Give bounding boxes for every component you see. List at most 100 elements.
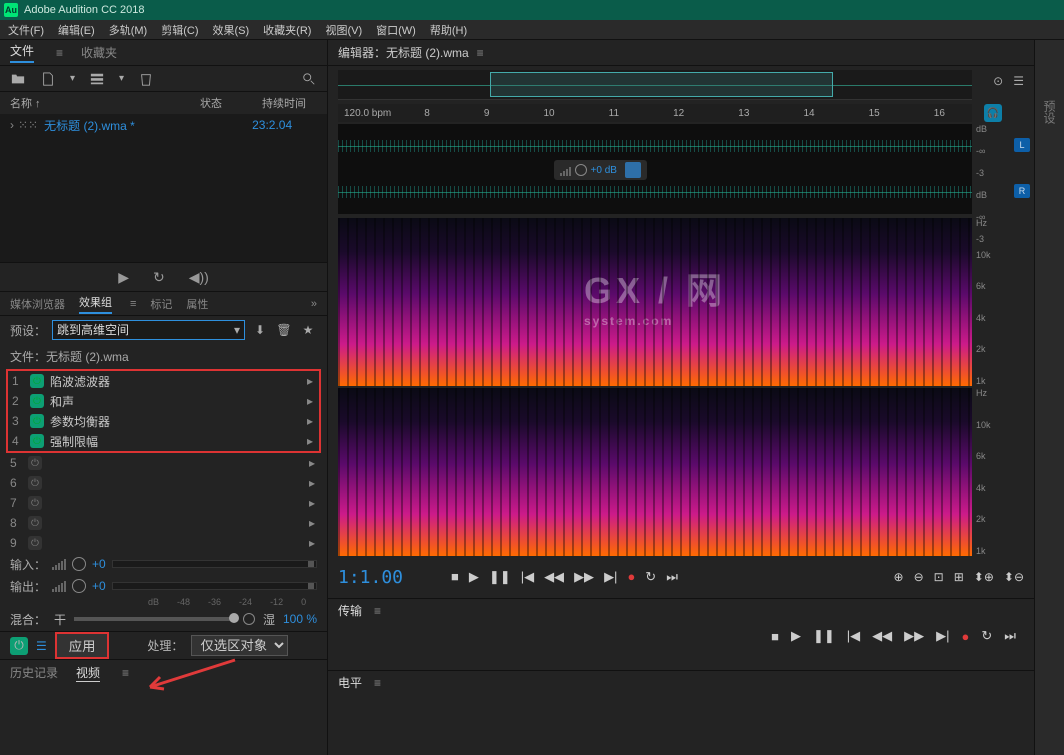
overflow-icon[interactable]: » (311, 298, 317, 310)
rack-menu-icon[interactable]: ≡ (130, 298, 136, 310)
effect-row-empty[interactable]: 6⏻▸ (6, 473, 321, 493)
save-preset-icon[interactable]: ⬇ (251, 321, 269, 339)
effect-menu-icon[interactable]: ▸ (309, 516, 315, 530)
stop-icon[interactable]: ■ (771, 629, 779, 644)
zoom-sel-icon[interactable]: ⊞ (954, 570, 964, 584)
pause-icon[interactable]: ❚❚ (489, 569, 511, 585)
loop-icon[interactable]: ↻ (645, 569, 656, 585)
spectrogram-r[interactable]: Hz 10k 6k 4k 2k 1k (338, 388, 972, 556)
timeline-ruler[interactable]: 120.0 bpm 8 9 10 11 12 13 14 15 16 🎧 (338, 104, 972, 122)
level-menu-icon[interactable]: ≡ (374, 676, 381, 690)
tab-level[interactable]: 电平 (338, 674, 362, 691)
effect-menu-icon[interactable]: ▸ (307, 394, 313, 408)
autoplay-icon[interactable]: ◀)) (189, 269, 209, 286)
power-toggle-icon[interactable]: ⏻ (28, 496, 42, 510)
multitrack-icon[interactable] (89, 71, 105, 87)
pin-icon[interactable] (625, 162, 641, 178)
new-file-icon[interactable] (40, 71, 56, 87)
open-folder-icon[interactable] (10, 71, 26, 87)
channel-r-badge[interactable]: R (1014, 184, 1030, 198)
menu-file[interactable]: 文件(F) (8, 22, 44, 38)
effect-row-empty[interactable]: 7⏻▸ (6, 493, 321, 513)
power-toggle-icon[interactable]: ⏻ (30, 394, 44, 408)
zoom-out-v-icon[interactable]: ⬍⊖ (1004, 570, 1024, 584)
spectrogram-l[interactable]: GX / 网system.com Hz 10k 6k 4k 2k 1k (338, 218, 972, 386)
file-row[interactable]: › ⁙⁙ 无标题 (2).wma * 23:2.04 (0, 114, 327, 136)
rewind-icon[interactable]: ◀◀ (872, 628, 892, 644)
bpm-display[interactable]: 120.0 bpm (338, 108, 397, 119)
pause-icon[interactable]: ❚❚ (813, 628, 835, 644)
effect-menu-icon[interactable]: ▸ (309, 476, 315, 490)
effect-menu-icon[interactable]: ▸ (307, 414, 313, 428)
gain-dial[interactable] (72, 557, 86, 571)
menu-multitrack[interactable]: 多轨(M) (109, 22, 148, 38)
menu-favorites[interactable]: 收藏夹(R) (263, 22, 311, 38)
skip-icon[interactable]: ⏭ (666, 569, 678, 585)
tab-history[interactable]: 历史记录 (10, 664, 58, 681)
overview-waveform[interactable]: ⊙ ☰ (338, 70, 972, 100)
record-icon[interactable]: ● (627, 569, 635, 585)
tab-properties[interactable]: 属性 (186, 296, 208, 312)
favorite-icon[interactable]: ★ (299, 321, 317, 339)
editor-menu-icon[interactable]: ≡ (477, 46, 484, 60)
stop-icon[interactable]: ■ (451, 569, 459, 585)
list-view-icon[interactable]: ☰ (36, 639, 47, 653)
mix-pct[interactable]: 100 % (283, 612, 317, 626)
tab-markers[interactable]: 标记 (150, 296, 172, 312)
go-end-icon[interactable]: ▶| (936, 628, 949, 644)
go-end-icon[interactable]: ▶| (604, 569, 617, 585)
overview-selection[interactable] (490, 72, 832, 97)
tab-files[interactable]: 文件 (10, 42, 34, 63)
delete-preset-icon[interactable]: 🗑 (275, 321, 293, 339)
power-toggle-icon[interactable]: ⏻ (28, 476, 42, 490)
expand-icon[interactable]: › (10, 118, 14, 132)
play-icon[interactable]: ▶ (791, 628, 801, 644)
forward-icon[interactable]: ▶▶ (904, 628, 924, 644)
power-toggle-icon[interactable]: ⏻ (30, 374, 44, 388)
menu-effects[interactable]: 效果(S) (213, 22, 250, 38)
effect-row[interactable]: 2 ⏻ 和声 ▸ (8, 391, 319, 411)
effect-menu-icon[interactable]: ▸ (309, 496, 315, 510)
power-toggle-icon[interactable]: ⏻ (28, 516, 42, 530)
menu-edit[interactable]: 编辑(E) (58, 22, 95, 38)
preset-select[interactable]: 跳到高维空间 (52, 320, 245, 340)
input-gain[interactable]: +0 (92, 557, 106, 571)
process-select[interactable]: 仅选区对象 (191, 635, 288, 656)
zoom-tool-icon[interactable]: ⊙ (993, 74, 1003, 88)
waveform-display[interactable]: +0 dB dB -∞ -3 dB -∞ -3 L R (338, 124, 972, 214)
effect-row[interactable]: 1 ⏻ 陷波滤波器 ▸ (8, 371, 319, 391)
channel-l-badge[interactable]: L (1014, 138, 1030, 152)
search-icon[interactable] (301, 71, 317, 87)
zoom-full-icon[interactable]: ⊡ (934, 570, 944, 584)
menu-clip[interactable]: 剪辑(C) (161, 22, 198, 38)
tab-media-browser[interactable]: 媒体浏览器 (10, 296, 65, 312)
loop-icon[interactable]: ↻ (153, 269, 165, 286)
menu-help[interactable]: 帮助(H) (430, 22, 467, 38)
gain-dial[interactable] (72, 579, 86, 593)
skip-icon[interactable]: ⏭ (1004, 628, 1016, 644)
effect-row[interactable]: 4 ⏻ 强制限幅 ▸ (8, 431, 319, 451)
play-icon[interactable]: ▶ (118, 269, 129, 286)
hud-dial-icon[interactable] (575, 164, 587, 176)
power-toggle-icon[interactable]: ⏻ (30, 414, 44, 428)
rack-power-icon[interactable]: ⏻ (10, 637, 28, 655)
effect-menu-icon[interactable]: ▸ (309, 536, 315, 550)
tab-favorites[interactable]: 收藏夹 (81, 44, 117, 61)
hud-gain-value[interactable]: +0 dB (591, 165, 617, 176)
menu-window[interactable]: 窗口(W) (376, 22, 416, 38)
tab-video[interactable]: 视频 (76, 664, 100, 682)
power-toggle-icon[interactable]: ⏻ (28, 536, 42, 550)
col-duration[interactable]: 持续时间 (262, 95, 306, 111)
tab-transport[interactable]: 传输 (338, 602, 362, 619)
mix-slider[interactable] (74, 617, 235, 621)
rewind-icon[interactable]: ◀◀ (544, 569, 564, 585)
dock-preset-tab[interactable]: 预设 (1035, 40, 1064, 184)
loop-icon[interactable]: ↻ (981, 628, 992, 644)
mix-dial-icon[interactable] (243, 613, 255, 625)
effect-menu-icon[interactable]: ▸ (307, 434, 313, 448)
effect-menu-icon[interactable]: ▸ (307, 374, 313, 388)
history-menu-icon[interactable]: ≡ (122, 666, 129, 680)
go-start-icon[interactable]: |◀ (521, 569, 534, 585)
trash-icon[interactable] (138, 71, 154, 87)
output-gain[interactable]: +0 (92, 579, 106, 593)
